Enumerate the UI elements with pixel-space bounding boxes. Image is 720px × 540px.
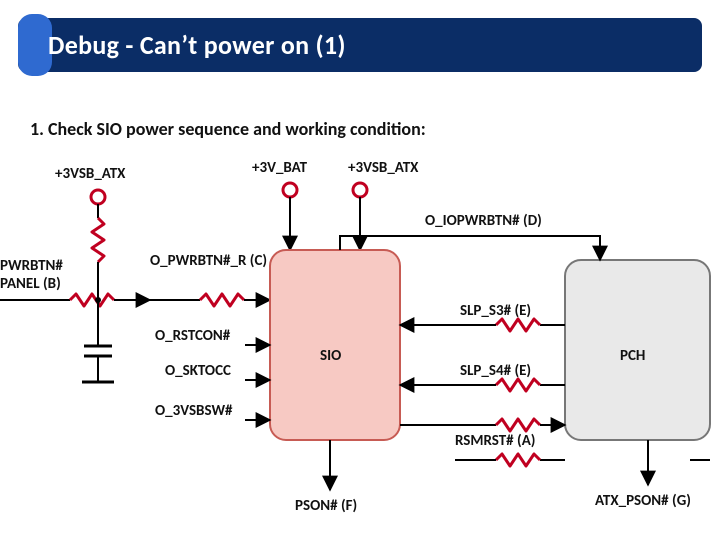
rail-vbat: +3V_BAT: [252, 159, 308, 177]
resistor-into-sio: [200, 294, 244, 306]
sio-label: SIO: [320, 347, 341, 365]
slide-title-band: Debug - Can’t power on (1): [18, 18, 702, 72]
resistor-slp-s3: [496, 319, 540, 331]
resistor-slp-s4: [496, 379, 540, 391]
label-panel-b: PANEL (B): [0, 275, 61, 293]
resistor-series-pwrbtn: [70, 294, 114, 306]
label-pson: PSON# (F): [295, 497, 357, 515]
power-sequence-diagram: +3VSB_ATX PWRBTN# PANEL (B) O_PWRBTN#_R …: [0, 150, 720, 530]
label-atx-pson: ATX_PSON# (G): [595, 492, 691, 510]
label-slp-s3: SLP_S3# (E): [460, 302, 531, 320]
resistor-pullup-pwrbtn: [92, 218, 104, 262]
term-vsb-atx-left: [91, 190, 105, 204]
title-cap: [18, 14, 52, 76]
resistor-rsmrst: [496, 419, 540, 431]
label-o-3vsbsw: O_3VSBSW#: [155, 402, 233, 420]
resistor-atx-pson: [496, 454, 540, 466]
label-o-sktocc: O_SKTOCC: [165, 362, 231, 380]
label-o-iopwrbtn: O_IOPWRBTN# (D): [425, 212, 542, 230]
label-o-rstcon: O_RSTCON#: [155, 327, 231, 345]
label-rsmrst: RSMRST# (A): [455, 432, 535, 450]
rail-vsb-atx-right: +3VSB_ATX: [348, 159, 419, 177]
term-vbat: [283, 183, 297, 197]
term-vsb-atx-right: [353, 183, 367, 197]
section-heading: 1. Check SIO power sequence and working …: [30, 118, 426, 140]
pch-label: PCH: [620, 347, 645, 365]
slide-title: Debug - Can’t power on (1): [48, 18, 692, 72]
label-pwrbtn: PWRBTN#: [0, 257, 63, 275]
label-o-pwrbtn-r: O_PWRBTN#_R (C): [150, 252, 267, 270]
sio-block: [270, 250, 400, 440]
label-slp-s4: SLP_S4# (E): [460, 362, 531, 380]
rail-vsb-atx-left: +3VSB_ATX: [55, 165, 126, 183]
